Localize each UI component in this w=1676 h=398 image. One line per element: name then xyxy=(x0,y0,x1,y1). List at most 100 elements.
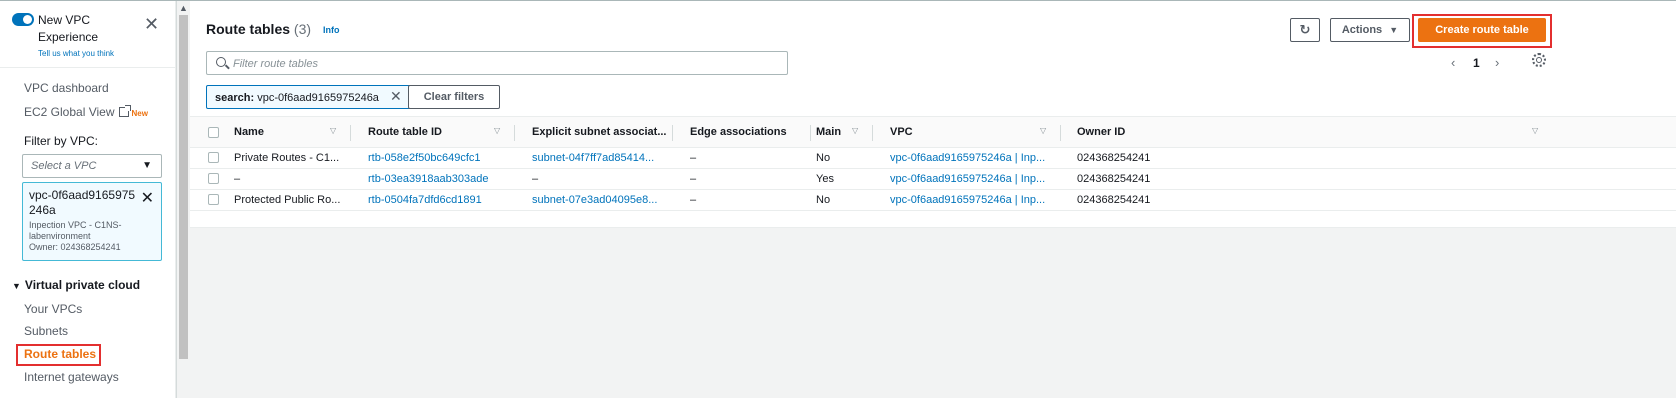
cell-owner-id: 024368254241 xyxy=(1077,194,1151,206)
selected-vpc-name: Inpection VPC - C1NS-labenvironment xyxy=(29,220,122,241)
page-title: Route tables (3) xyxy=(206,21,311,37)
column-divider xyxy=(1060,125,1061,141)
select-all-checkbox[interactable] xyxy=(208,127,219,138)
caret-down-icon: ▼ xyxy=(1389,25,1399,35)
table-row[interactable]: Private Routes - C1... rtb-058e2f50bc649… xyxy=(190,148,1676,169)
actions-button[interactable]: Actions ▼ xyxy=(1330,18,1410,42)
table-row[interactable]: – rtb-03ea3918aab303ade – – Yes vpc-0f6a… xyxy=(190,169,1676,190)
column-header-vpc[interactable]: VPC xyxy=(890,126,913,138)
search-box xyxy=(206,51,788,75)
column-divider xyxy=(672,125,673,141)
row-checkbox[interactable] xyxy=(208,152,219,163)
new-vpc-title: New VPC Experience xyxy=(38,13,99,44)
row-checkbox[interactable] xyxy=(208,173,219,184)
filter-token-value: vpc-0f6aad9165975246a xyxy=(257,92,379,104)
current-page[interactable]: 1 xyxy=(1473,56,1480,70)
sidebar-item-label: EC2 Global View xyxy=(24,105,115,119)
column-header-explicit-subnet[interactable]: Explicit subnet associat... xyxy=(532,126,667,138)
gear-icon[interactable] xyxy=(1532,53,1546,67)
sidebar-item-subnets[interactable]: Subnets xyxy=(24,324,68,338)
caret-down-icon: ▼ xyxy=(12,281,21,291)
search-input[interactable] xyxy=(233,55,773,72)
search-icon xyxy=(216,57,226,67)
cell-owner-id: 024368254241 xyxy=(1077,173,1151,185)
page-title-text: Route tables xyxy=(206,21,291,37)
cell-edge: – xyxy=(690,194,697,206)
sort-icon[interactable]: ▽ xyxy=(330,126,336,135)
actions-label: Actions xyxy=(1341,24,1383,36)
column-divider xyxy=(350,125,351,141)
prev-page-icon[interactable]: ‹ xyxy=(1451,55,1455,70)
new-vpc-toggle[interactable] xyxy=(12,13,34,26)
cell-route-table-id[interactable]: rtb-0504fa7dfd6cd1891 xyxy=(368,194,482,206)
cell-edge: – xyxy=(690,173,697,185)
section-label: Virtual private cloud xyxy=(24,278,141,292)
feedback-link[interactable]: Tell us what you think xyxy=(38,49,114,58)
column-divider xyxy=(810,125,811,141)
sidebar-divider xyxy=(0,67,176,68)
cell-route-table-id[interactable]: rtb-058e2f50bc649cfc1 xyxy=(368,152,481,164)
route-table-count: (3) xyxy=(293,21,312,37)
cell-subnet[interactable]: subnet-07e3ad04095e8... xyxy=(532,194,657,206)
sort-icon[interactable]: ▽ xyxy=(1532,126,1538,135)
caret-down-icon: ▼ xyxy=(142,160,152,171)
vpc-select-placeholder: Select a VPC xyxy=(31,160,97,172)
highlight-box xyxy=(1412,14,1552,48)
cell-name: Protected Public Ro... xyxy=(234,194,341,206)
column-header-main[interactable]: Main xyxy=(816,126,841,138)
selected-vpc-owner: Owner: 024368254241 xyxy=(29,242,121,252)
vpc-select[interactable]: Select a VPC ▼ xyxy=(22,154,162,178)
sort-icon[interactable]: ▽ xyxy=(494,126,500,135)
section-virtual-private-cloud[interactable]: ▼ Virtual private cloud xyxy=(12,278,140,292)
cell-name: Private Routes - C1... xyxy=(234,152,340,164)
scroll-up-icon[interactable]: ▲ xyxy=(179,3,188,13)
next-page-icon[interactable]: › xyxy=(1495,55,1499,70)
scrollbar-thumb[interactable] xyxy=(179,15,188,359)
close-icon[interactable]: ✕ xyxy=(144,15,159,33)
route-tables-panel: Route tables (3) Info search: vpc-0f6aad… xyxy=(190,1,1676,228)
sidebar-item-ec2-global-view[interactable]: EC2 Global View New xyxy=(24,105,148,119)
cell-vpc[interactable]: vpc-0f6aad9165975246a | Inp... xyxy=(890,152,1045,164)
remove-vpc-filter-icon[interactable]: ✕ xyxy=(141,188,154,208)
table-header: Name ▽ Route table ID ▽ Explicit subnet … xyxy=(190,116,1676,148)
filter-token: search: vpc-0f6aad9165975246a ✕ xyxy=(206,85,411,109)
column-header-edge-associations[interactable]: Edge associations xyxy=(690,126,787,138)
cell-main: No xyxy=(816,152,831,164)
cell-owner-id: 024368254241 xyxy=(1077,152,1151,164)
column-divider xyxy=(514,125,515,141)
filter-by-vpc-label: Filter by VPC: xyxy=(24,134,99,148)
new-badge: New xyxy=(131,109,148,118)
sidebar-item-your-vpcs[interactable]: Your VPCs xyxy=(24,302,82,316)
filter-token-key: search: xyxy=(215,92,255,104)
vpc-console: New VPC Experience Tell us what you thin… xyxy=(0,0,1676,398)
sidebar-item-vpc-dashboard[interactable]: VPC dashboard xyxy=(24,81,109,95)
sidebar: New VPC Experience Tell us what you thin… xyxy=(0,1,176,398)
sort-icon[interactable]: ▽ xyxy=(852,126,858,135)
table-row[interactable]: Protected Public Ro... rtb-0504fa7dfd6cd… xyxy=(190,190,1676,211)
sidebar-item-internet-gateways[interactable]: Internet gateways xyxy=(24,370,119,384)
sort-icon[interactable]: ▽ xyxy=(1040,126,1046,135)
row-checkbox[interactable] xyxy=(208,194,219,205)
remove-token-icon[interactable]: ✕ xyxy=(390,88,402,104)
highlight-box xyxy=(16,344,101,366)
sidebar-scrollbar[interactable]: ▲ xyxy=(176,1,190,398)
info-link[interactable]: Info xyxy=(323,25,340,35)
cell-edge: – xyxy=(690,152,697,164)
column-header-route-table-id[interactable]: Route table ID xyxy=(368,126,442,138)
selected-vpc-card: vpc-0f6aad9165975246a Inpection VPC - C1… xyxy=(22,182,162,261)
column-divider xyxy=(872,125,873,141)
cell-main: Yes xyxy=(816,173,834,185)
column-header-owner-id[interactable]: Owner ID xyxy=(1077,126,1125,138)
cell-subnet[interactable]: subnet-04f7ff7ad85414... xyxy=(532,152,654,164)
column-header-name[interactable]: Name xyxy=(234,126,264,138)
cell-vpc[interactable]: vpc-0f6aad9165975246a | Inp... xyxy=(890,173,1045,185)
cell-vpc[interactable]: vpc-0f6aad9165975246a | Inp... xyxy=(890,194,1045,206)
cell-subnet: – xyxy=(532,173,539,185)
clear-filters-button[interactable]: Clear filters xyxy=(408,85,500,109)
cell-route-table-id[interactable]: rtb-03ea3918aab303ade xyxy=(368,173,489,185)
main-content: Route tables (3) Info search: vpc-0f6aad… xyxy=(190,1,1676,398)
cell-main: No xyxy=(816,194,831,206)
refresh-button[interactable]: ↻ xyxy=(1290,18,1320,42)
refresh-icon: ↻ xyxy=(1299,22,1311,37)
selected-vpc-id: vpc-0f6aad9165975246a xyxy=(29,188,136,217)
